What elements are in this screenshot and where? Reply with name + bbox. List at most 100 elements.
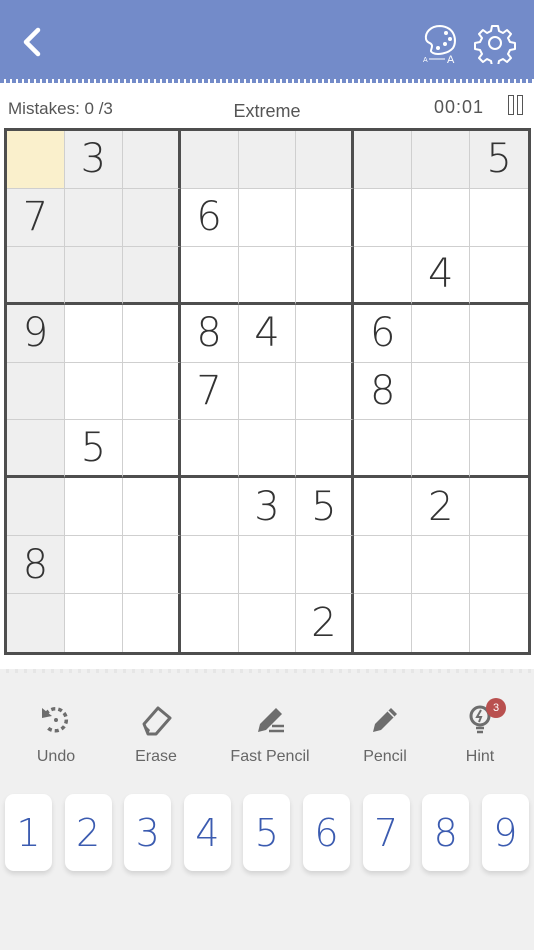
grid-cell[interactable]: [64, 478, 123, 537]
grid-cell[interactable]: [296, 420, 355, 479]
grid-cell[interactable]: [470, 478, 528, 537]
grid-cell[interactable]: [238, 536, 297, 595]
grid-cell[interactable]: [412, 362, 471, 421]
grid-cell[interactable]: [64, 362, 123, 421]
grid-cell[interactable]: [296, 188, 355, 247]
grid-cell[interactable]: [470, 189, 528, 247]
grid-cell[interactable]: [238, 131, 297, 189]
grid-cell[interactable]: [7, 362, 65, 421]
grid-cell[interactable]: [122, 420, 181, 479]
grid-cell[interactable]: [64, 188, 123, 247]
grid-cell[interactable]: [7, 478, 65, 537]
grid-cell[interactable]: [181, 594, 239, 652]
grid-cell[interactable]: [122, 536, 181, 595]
grid-cell[interactable]: [412, 420, 471, 479]
grid-cell[interactable]: [65, 594, 123, 652]
back-button[interactable]: [14, 24, 50, 60]
toolbar: Undo Erase Fast Pencil Pencil Hint 3: [0, 698, 534, 780]
grid-cell[interactable]: [412, 536, 471, 595]
grid-cell[interactable]: [7, 246, 65, 305]
grid-cell[interactable]: 7: [7, 188, 65, 247]
pause-button[interactable]: [508, 95, 526, 117]
grid-cell[interactable]: [470, 536, 528, 595]
grid-cell[interactable]: 5: [64, 420, 123, 479]
grid-cell[interactable]: [470, 594, 528, 652]
grid-cell[interactable]: 3: [238, 478, 297, 537]
grid-cell[interactable]: [122, 131, 181, 189]
grid-cell[interactable]: 9: [7, 304, 65, 363]
grid-cell[interactable]: [238, 246, 297, 305]
grid-cell[interactable]: [296, 304, 355, 363]
settings-button[interactable]: [474, 22, 516, 67]
number-key-6[interactable]: 6: [303, 794, 350, 871]
grid-cell[interactable]: [64, 246, 123, 305]
grid-cell[interactable]: 2: [296, 594, 355, 652]
grid-cell[interactable]: [354, 594, 413, 652]
grid-cell[interactable]: [238, 188, 297, 247]
grid-cell[interactable]: [354, 478, 413, 537]
grid-cell[interactable]: [412, 188, 471, 247]
grid-cell[interactable]: [412, 304, 471, 363]
grid-cell[interactable]: [296, 362, 355, 421]
grid-cell[interactable]: [296, 131, 355, 189]
grid-cell[interactable]: 6: [354, 304, 413, 363]
grid-cell[interactable]: 4: [238, 304, 297, 363]
grid-cell[interactable]: [296, 246, 355, 305]
grid-cell[interactable]: [354, 188, 413, 247]
grid-cell[interactable]: 2: [412, 478, 471, 537]
grid-cell[interactable]: [470, 420, 528, 479]
number-key-4[interactable]: 4: [183, 794, 231, 871]
pencil-button[interactable]: Pencil: [330, 700, 440, 766]
grid-cell[interactable]: [238, 362, 297, 421]
grid-cell[interactable]: [123, 594, 181, 652]
grid-cell[interactable]: [354, 131, 413, 189]
grid-cell[interactable]: [470, 363, 528, 421]
grid-cell[interactable]: [239, 594, 297, 652]
grid-cell[interactable]: [122, 246, 181, 305]
grid-cell[interactable]: 5: [470, 131, 528, 189]
grid-cell[interactable]: [412, 131, 471, 189]
grid-cell[interactable]: [180, 478, 239, 537]
grid-cell[interactable]: [470, 247, 528, 305]
undo-button[interactable]: Undo: [1, 700, 111, 766]
number-key-2[interactable]: 2: [64, 794, 112, 871]
grid-cell[interactable]: [64, 304, 123, 363]
grid-cell[interactable]: [238, 420, 297, 479]
number-key-8[interactable]: 8: [422, 794, 470, 871]
grid-cell[interactable]: 8: [180, 304, 239, 363]
grid-cell[interactable]: [122, 188, 181, 247]
grid-cell[interactable]: [296, 536, 355, 595]
grid-cell[interactable]: [354, 246, 413, 305]
grid-cell[interactable]: [64, 536, 123, 595]
grid-cell[interactable]: [180, 131, 239, 189]
number-key-5[interactable]: 5: [243, 794, 291, 871]
grid-cell[interactable]: [354, 420, 413, 479]
grid-cell[interactable]: 8: [7, 536, 65, 595]
grid-cell[interactable]: 8: [354, 362, 413, 421]
grid-cell[interactable]: 7: [180, 362, 239, 421]
grid-cell[interactable]: [180, 536, 239, 595]
grid-cell[interactable]: 6: [180, 188, 239, 247]
grid-cell[interactable]: 3: [64, 131, 123, 189]
grid-cell[interactable]: 4: [412, 246, 471, 305]
fast-pencil-button[interactable]: Fast Pencil: [215, 700, 325, 766]
number-key-3[interactable]: 3: [124, 794, 172, 871]
grid-cell[interactable]: 5: [296, 478, 355, 537]
grid-cell[interactable]: [180, 246, 239, 305]
grid-cell[interactable]: [7, 594, 65, 652]
grid-cell[interactable]: [7, 131, 65, 189]
number-key-7[interactable]: 7: [362, 794, 410, 871]
erase-button[interactable]: Erase: [101, 700, 211, 766]
grid-cell[interactable]: [354, 536, 413, 595]
grid-cell[interactable]: [122, 362, 181, 421]
grid-cell[interactable]: [122, 478, 181, 537]
number-key-9[interactable]: 9: [481, 794, 529, 871]
theme-button[interactable]: A A: [420, 22, 462, 66]
grid-cell[interactable]: [180, 420, 239, 479]
hint-button[interactable]: Hint 3: [425, 698, 534, 766]
grid-cell[interactable]: [7, 420, 65, 479]
number-key-1[interactable]: 1: [5, 794, 52, 871]
grid-cell[interactable]: [122, 304, 181, 363]
grid-cell[interactable]: [412, 594, 471, 652]
grid-cell[interactable]: [470, 305, 528, 363]
